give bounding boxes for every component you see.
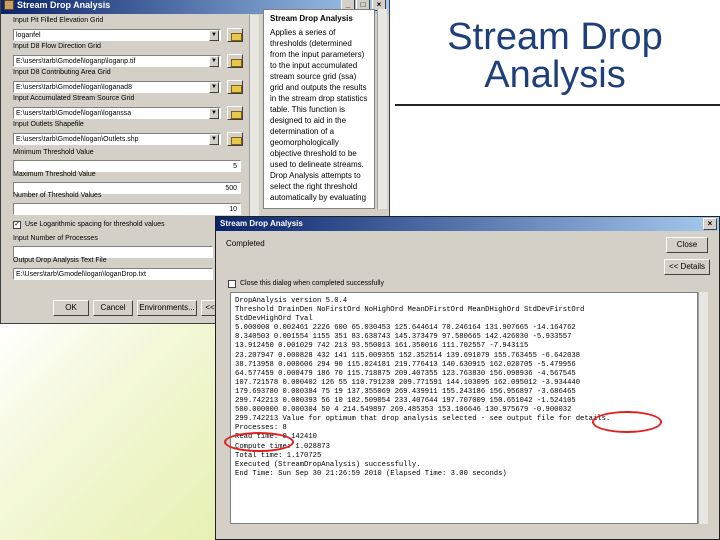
log-line: 8.340503 0.001554 1155 351 83.638743 145… <box>235 333 572 342</box>
log-line: 179.693780 0.000384 75 19 137.355069 269… <box>235 387 576 396</box>
chevron-down-icon[interactable]: ▼ <box>209 56 219 67</box>
ok-button[interactable]: OK <box>53 300 89 316</box>
log-line: 23.207947 0.000828 432 141 115.009355 15… <box>235 351 581 360</box>
tool-dialog-title: Stream Drop Analysis <box>17 0 111 10</box>
log-spacing-checkbox[interactable]: ✓ <box>13 221 21 229</box>
folder-open-icon[interactable] <box>227 80 243 94</box>
close-when-done-label: Close this dialog when completed success… <box>240 280 384 287</box>
help-title: Stream Drop Analysis <box>270 14 353 23</box>
log-line: 107.721578 0.000402 126 55 110.791230 20… <box>235 378 581 387</box>
pit-filled-grid-input[interactable]: loganfel <box>13 29 221 41</box>
folder-open-icon[interactable] <box>227 132 243 146</box>
chevron-down-icon[interactable]: ▼ <box>209 30 219 41</box>
cancel-button[interactable]: Cancel <box>93 300 133 316</box>
log-line: 5.000000 0.002461 2226 600 65.030453 125… <box>235 324 576 333</box>
progress-dialog-titlebar[interactable]: Stream Drop Analysis × <box>216 217 719 231</box>
threshold-count-input[interactable]: 10 <box>13 203 241 215</box>
log-spacing-label: Use Logarithmic spacing for threshold va… <box>25 221 165 228</box>
field-label: Input Accumulated Stream Source Grid <box>13 95 135 102</box>
drop-analysis-file-input[interactable]: E:\Users\tarb\Gmodel\logan\loganDrop.txt <box>13 268 213 280</box>
contributing-area-grid-input[interactable]: E:\users\tarb\Gmodel\logan\loganad8 <box>13 81 221 93</box>
folder-open-icon[interactable] <box>227 28 243 42</box>
field-label: Input Pit Filled Elevation Grid <box>13 17 104 24</box>
log-line: 38.713958 0.000606 294 90 115.024181 219… <box>235 360 576 369</box>
output-scrollbar[interactable] <box>698 292 708 524</box>
chevron-down-icon[interactable]: ▼ <box>209 82 219 93</box>
close-when-done-checkbox[interactable] <box>228 280 236 288</box>
log-line: End Time: Sun Sep 30 21:26:59 2010 (Elap… <box>235 469 507 478</box>
environments-button[interactable]: Environments... <box>137 300 197 316</box>
log-line: 64.577459 0.000479 186 70 115.718875 209… <box>235 369 576 378</box>
field-label: Number of Threshold Values <box>13 192 102 199</box>
field-label: Input Number of Processes <box>13 235 98 242</box>
folder-open-icon[interactable] <box>227 106 243 120</box>
progress-dialog-title: Stream Drop Analysis <box>220 219 303 228</box>
field-label: Input D8 Contributing Area Grid <box>13 69 111 76</box>
log-line: Threshold DrainDen NoFirstOrd NoHighOrd … <box>235 306 585 315</box>
field-label: Input D8 Flow Direction Grid <box>13 43 101 50</box>
slide-background-gradient <box>0 320 230 540</box>
log-line: 13.912450 0.001029 742 213 93.550013 161… <box>235 342 529 351</box>
slide-title: Stream Drop Analysis <box>447 16 663 96</box>
log-line: Read time: 0.142410 <box>235 433 317 442</box>
close-button[interactable]: Close <box>666 237 708 253</box>
field-label: Input Outlets Shapefile <box>13 121 84 128</box>
log-line: Compute time: 1.028873 <box>235 442 330 451</box>
annotation-circle-optimum <box>224 432 294 452</box>
log-line: DropAnalysis version 5.0.4 <box>235 297 348 305</box>
chevron-down-icon[interactable]: ▼ <box>209 108 219 119</box>
log-line: 299.742213 0.000393 56 10 182.509054 233… <box>235 397 576 406</box>
outlets-shapefile-input[interactable]: E:\users\tarb\Gmodel\logan\Outlets.shp <box>13 133 221 145</box>
close-icon[interactable]: × <box>703 218 717 230</box>
log-line: StdDevHighOrd Tval <box>235 315 313 324</box>
tool-icon <box>4 0 14 10</box>
field-label: Maximum Threshold Value <box>13 171 96 178</box>
help-pane: Stream Drop Analysis Applies a series of… <box>263 9 375 209</box>
annotation-circle-tval <box>592 411 662 433</box>
field-label: Output Drop Analysis Text File <box>13 257 107 264</box>
folder-open-icon[interactable] <box>227 54 243 68</box>
status-text: Completed <box>226 239 265 248</box>
help-scrollbar[interactable] <box>377 9 387 209</box>
output-log: DropAnalysis version 5.0.4 Threshold Dra… <box>230 292 698 524</box>
flow-direction-grid-input[interactable]: E:\users\tarb\Gmodel\loganp\loganp.tif <box>13 55 221 67</box>
stream-source-grid-input[interactable]: E:\users\tarb\Gmodel\logan\loganssa <box>13 107 221 119</box>
field-label: Minimum Threshold Value <box>13 149 94 156</box>
chevron-down-icon[interactable]: ▼ <box>209 134 219 145</box>
log-line: Executed (StreamDropAnalysis) successful… <box>235 460 421 469</box>
log-line: Total time: 1.170725 <box>235 451 322 460</box>
details-button[interactable]: << Details <box>664 259 710 275</box>
help-text: Applies a series of thresholds (determin… <box>270 28 368 202</box>
title-divider <box>395 104 720 106</box>
